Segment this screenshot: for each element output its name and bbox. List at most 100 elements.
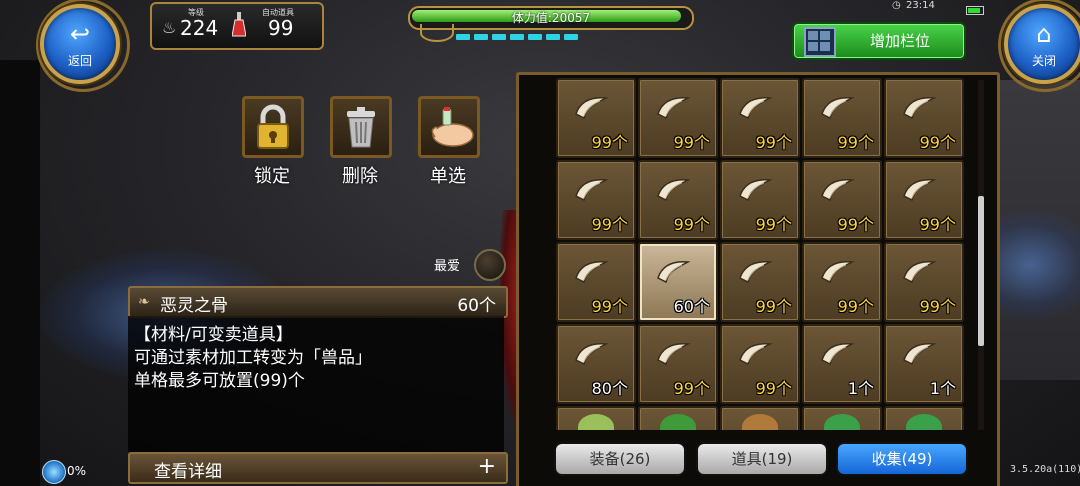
green-card-icon — [824, 414, 860, 430]
inventory-slot[interactable] — [638, 406, 718, 430]
item-count: 60个 — [457, 296, 496, 316]
item-description: 【材料/可变卖道具】 可通过素材加工转变为「兽品」 单格最多可放置(99)个 — [128, 316, 504, 452]
inventory-slot[interactable]: 99个 — [802, 160, 882, 240]
item-desc-line: 单格最多可放置(99)个 — [134, 371, 305, 391]
slot-quantity: 99个 — [673, 133, 710, 152]
inventory-slot[interactable]: 60个 — [638, 242, 718, 322]
inventory-slot[interactable] — [802, 406, 882, 430]
background-wall-left — [0, 60, 40, 486]
back-button-label: 返回 — [67, 54, 92, 68]
item-name-bar: ❧ 恶灵之骨 60个 — [128, 286, 508, 318]
stamina-pip — [492, 34, 506, 40]
item-desc-line: 【材料/可变卖道具】 — [134, 325, 293, 345]
slot-quantity: 99个 — [837, 297, 874, 316]
tab-collection[interactable]: 收集(49) — [836, 442, 968, 476]
inventory-slot[interactable]: 99个 — [556, 78, 636, 158]
inventory-grid: 99个 99个 99个 99个 99个 99个 99个 99个 99个 99个 99个 60个 99个 9… — [554, 76, 966, 430]
inventory-slot[interactable] — [720, 406, 800, 430]
slot-quantity: 99个 — [673, 215, 710, 234]
mushroom-icon — [742, 414, 778, 430]
grid-plus-icon — [804, 27, 836, 57]
item-name: 恶灵之骨 — [160, 296, 228, 316]
fang-icon: ❧ — [138, 294, 150, 310]
lock-label: 锁定 — [254, 166, 290, 187]
inventory-slot[interactable]: 1个 — [884, 324, 964, 404]
clover-icon — [660, 414, 696, 430]
favorite-toggle[interactable] — [474, 249, 506, 281]
tab-items[interactable]: 道具(19) — [696, 442, 828, 476]
level-value: 224 — [180, 16, 219, 40]
delete-button[interactable]: 删除 — [330, 96, 392, 188]
inventory-slot[interactable]: 99个 — [802, 242, 882, 322]
slot-quantity: 60个 — [673, 297, 710, 316]
inventory-slot[interactable]: 99个 — [720, 160, 800, 240]
inventory-slot[interactable]: 99个 — [802, 78, 882, 158]
progress-orb-icon — [42, 460, 66, 484]
level-icon: ♨ — [162, 18, 177, 37]
inventory-slot[interactable]: 99个 — [884, 160, 964, 240]
inventory-slot[interactable]: 80个 — [556, 324, 636, 404]
stamina-pip — [546, 34, 560, 40]
delete-label: 删除 — [342, 166, 378, 187]
clock: 23:14 — [906, 0, 935, 11]
stamina-pip — [528, 34, 542, 40]
view-detail-label: 查看详细 — [154, 462, 222, 482]
stamina-pip — [510, 34, 524, 40]
slot-quantity: 99个 — [755, 297, 792, 316]
battery-level — [968, 8, 980, 13]
inventory-slot[interactable]: 99个 — [556, 242, 636, 322]
slot-quantity: 99个 — [919, 215, 956, 234]
return-arrow-icon: ↩ — [69, 20, 91, 48]
level-panel: 等级 ♨ 224 自动道具 99 — [150, 2, 324, 50]
slot-quantity: 99个 — [919, 297, 956, 316]
slot-quantity: 80个 — [591, 379, 628, 398]
slot-quantity: 99个 — [837, 133, 874, 152]
inventory-slot[interactable]: 99个 — [638, 78, 718, 158]
inventory-slot[interactable]: 99个 — [556, 160, 636, 240]
add-slot-button[interactable]: 增加栏位 — [792, 22, 966, 60]
tab-equipment[interactable]: 装备(26) — [554, 442, 686, 476]
slot-quantity: 99个 — [755, 215, 792, 234]
single-select-button[interactable]: 单选 — [418, 96, 480, 188]
inventory-slot[interactable] — [884, 406, 964, 430]
view-detail-button[interactable]: 查看详细 + — [128, 452, 508, 484]
version-label: 3.5.20a(110) — [1010, 464, 1080, 475]
back-button[interactable]: ↩ 返回 — [40, 4, 120, 84]
inventory-slot[interactable]: 99个 — [720, 324, 800, 404]
inventory-slot[interactable]: 99个 — [638, 324, 718, 404]
single-select-label: 单选 — [430, 166, 466, 187]
hand-pick-icon — [418, 96, 480, 158]
battery-icon — [966, 6, 984, 15]
slot-quantity: 99个 — [591, 215, 628, 234]
stamina-ornament — [420, 24, 454, 42]
slot-quantity: 1个 — [847, 379, 874, 398]
inventory-slot[interactable]: 99个 — [720, 78, 800, 158]
close-button[interactable]: ⌂ 关闭 — [1004, 4, 1080, 84]
clock-icon: ◷ — [892, 0, 901, 11]
inventory-slot[interactable] — [556, 406, 636, 430]
plus-icon: + — [477, 454, 496, 479]
close-button-label: 关闭 — [1031, 54, 1056, 68]
auto-item-value: 99 — [268, 16, 294, 40]
potion-icon — [231, 12, 247, 37]
game-screen: ↩ 返回 ⌂ 关闭 等级 ♨ 224 自动道具 99 体力值:20057 ◷ 2… — [0, 0, 1080, 486]
progress-text: 0% — [67, 464, 87, 478]
trash-icon — [330, 96, 392, 158]
add-slot-label: 增加栏位 — [869, 32, 930, 50]
lock-button[interactable]: 锁定 — [242, 96, 304, 188]
slot-quantity: 99个 — [837, 215, 874, 234]
slot-quantity: 99个 — [673, 379, 710, 398]
slot-quantity: 99个 — [755, 133, 792, 152]
inventory-slot[interactable]: 99个 — [720, 242, 800, 322]
slot-quantity: 99个 — [755, 379, 792, 398]
inventory-slot[interactable]: 99个 — [884, 78, 964, 158]
inventory-slot[interactable]: 99个 — [638, 160, 718, 240]
lock-icon — [242, 96, 304, 158]
inventory-scrollbar[interactable] — [978, 196, 984, 346]
inventory-slot[interactable]: 99个 — [884, 242, 964, 322]
item-desc-line: 可通过素材加工转变为「兽品」 — [134, 348, 372, 368]
home-icon: ⌂ — [1036, 20, 1052, 48]
inventory-slot[interactable]: 1个 — [802, 324, 882, 404]
stamina-pip — [456, 34, 470, 40]
stamina-pip — [474, 34, 488, 40]
